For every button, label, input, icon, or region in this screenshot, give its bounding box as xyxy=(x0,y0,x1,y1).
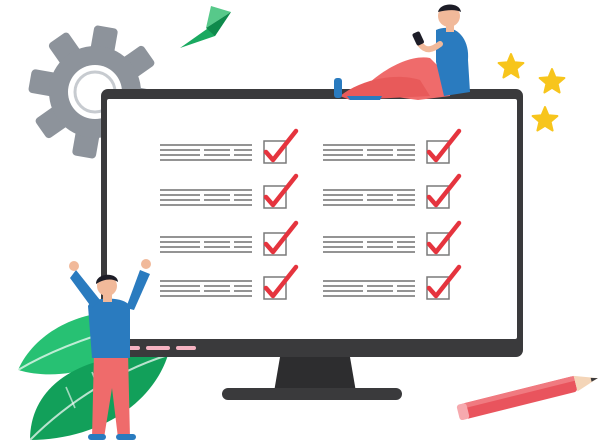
screen-indicator-dots xyxy=(124,346,196,350)
pencil-icon xyxy=(456,375,598,421)
star-icon xyxy=(538,68,566,94)
monitor-neck xyxy=(274,357,356,392)
person-sitting xyxy=(334,4,470,100)
paper-plane-icon xyxy=(180,6,231,48)
monitor xyxy=(101,89,523,400)
star-icon xyxy=(497,53,525,79)
star-icon xyxy=(531,106,559,132)
checklist-illustration xyxy=(17,4,598,441)
monitor-base xyxy=(222,388,402,400)
